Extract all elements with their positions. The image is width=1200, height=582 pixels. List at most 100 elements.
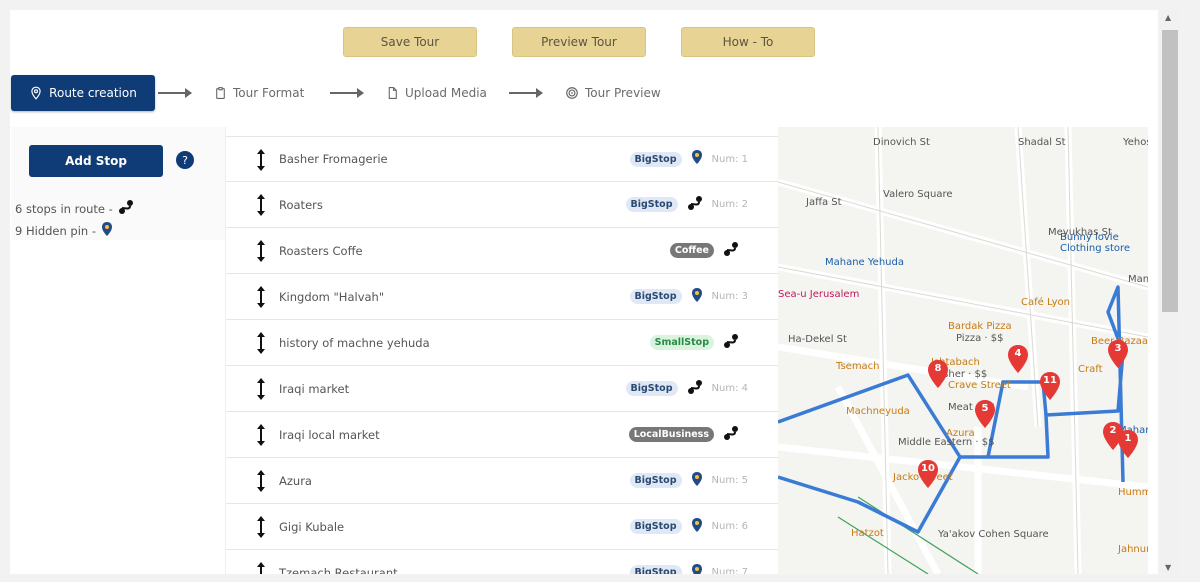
map-marker[interactable]: 4: [1007, 344, 1029, 378]
scroll-down-icon[interactable]: ▼: [1165, 563, 1171, 572]
stop-number: Num: 6: [711, 521, 748, 532]
step-upload-media[interactable]: Upload Media: [386, 75, 487, 111]
map-marker[interactable]: 5: [974, 399, 996, 433]
stop-type-badge: BigStop: [625, 381, 678, 396]
stop-meta: BigStop Num: 5: [629, 471, 748, 491]
step-label: Upload Media: [405, 86, 487, 100]
stop-type-badge: Coffee: [669, 243, 714, 258]
drag-handle-icon[interactable]: [256, 561, 266, 574]
map-label: Tsemach: [836, 361, 880, 372]
route-icon: [117, 199, 135, 218]
map-label: Machneyuda: [846, 406, 910, 417]
step-label: Tour Preview: [585, 86, 661, 100]
map-canvas: [778, 127, 1148, 574]
hidden-pin-icon: [690, 517, 704, 537]
save-tour-button[interactable]: Save Tour: [343, 27, 477, 57]
step-label: Tour Format: [233, 86, 305, 100]
map-label: Sea-u Jerusalem: [778, 289, 860, 300]
hidden-pins-text: 9 Hidden pin -: [15, 223, 97, 238]
stop-meta: BigStop Num: 1: [629, 149, 748, 169]
stop-name: Roasters Coffe: [279, 243, 363, 258]
stop-row[interactable]: Kingdom "Halvah" BigStop Num: 3: [226, 274, 778, 320]
map-label: Azura: [946, 428, 975, 439]
hidden-pins-count: 9 Hidden pin -: [15, 221, 114, 240]
map-label: Mahane Yehuda: [825, 257, 904, 268]
stop-name: Tzemach Restaurant: [279, 565, 398, 575]
marker-number: 11: [1043, 375, 1057, 386]
stop-number: Num: 4: [711, 383, 748, 394]
stop-type-badge: LocalBusiness: [628, 427, 714, 442]
step-route-creation[interactable]: Route creation: [11, 75, 155, 111]
route-icon: [686, 195, 704, 215]
map-label: Valero Square: [883, 189, 953, 200]
scroll-thumb[interactable]: [1162, 30, 1178, 312]
step-tour-format[interactable]: Tour Format: [214, 75, 304, 111]
drag-handle-icon[interactable]: [256, 423, 266, 451]
drag-handle-icon[interactable]: [256, 515, 266, 543]
stop-row[interactable]: Roaters BigStop Num: 2: [226, 182, 778, 228]
hidden-pin-icon: [690, 563, 704, 574]
document-icon: [386, 86, 399, 100]
stop-name: Gigi Kubale: [279, 519, 345, 534]
stop-meta: BigStop Num: 3: [629, 287, 748, 307]
hidden-pin-icon: [690, 287, 704, 307]
stop-row[interactable]: Iraqi local market LocalBusiness: [226, 412, 778, 458]
app-window: Save Tour Preview Tour How - To Route cr…: [10, 10, 1158, 574]
stop-meta: BigStop Num: 6: [629, 517, 748, 537]
stop-name: Azura: [279, 473, 312, 488]
marker-number: 10: [921, 463, 935, 474]
map-label: Ya'akov Cohen Square: [938, 529, 1049, 540]
map-marker[interactable]: 10: [917, 459, 939, 493]
scroll-up-icon[interactable]: ▲: [1165, 13, 1171, 22]
drag-handle-icon[interactable]: [256, 285, 266, 313]
target-icon: [565, 86, 579, 100]
stops-count-text: 6 stops in route -: [15, 201, 113, 216]
stop-name: Kingdom "Halvah": [279, 289, 385, 304]
map-label: Meyukhas St: [1048, 227, 1112, 238]
stop-type-badge: BigStop: [629, 151, 682, 167]
map-label: Crave Street: [948, 380, 1011, 391]
how-to-button[interactable]: How - To: [681, 27, 815, 57]
drag-handle-icon[interactable]: [256, 148, 266, 176]
map-label: Hatzot: [851, 528, 884, 539]
drag-handle-icon[interactable]: [256, 239, 266, 267]
stops-count: 6 stops in route -: [15, 199, 135, 218]
hidden-pin-icon: [690, 149, 704, 169]
drag-handle-icon[interactable]: [256, 377, 266, 405]
step-label: Route creation: [49, 86, 137, 100]
map-label: Pizza · $$: [956, 333, 1004, 344]
map-label: Jahnun Bar: [1118, 544, 1148, 555]
drag-handle-icon[interactable]: [256, 193, 266, 221]
drag-handle-icon[interactable]: [256, 331, 266, 359]
stop-type-badge: BigStop: [629, 565, 682, 574]
stop-type-badge: SmallStop: [649, 335, 714, 350]
drag-handle-icon[interactable]: [256, 469, 266, 497]
stop-row[interactable]: Roasters Coffe Coffee: [226, 228, 778, 274]
stop-number: Num: 2: [711, 199, 748, 210]
route-map[interactable]: Jaffa St Valero Square Mahane Yehuda Sea-u …: [778, 127, 1148, 574]
stop-row[interactable]: Tzemach Restaurant BigStop Num: 7: [226, 550, 778, 574]
map-label: Clothing store: [1060, 243, 1131, 254]
step-arrow: [330, 88, 364, 98]
map-label: Ha-Dekel St: [788, 334, 847, 345]
marker-number: 2: [1109, 425, 1117, 436]
stop-row[interactable]: Gigi Kubale BigStop Num: 6: [226, 504, 778, 550]
stop-row[interactable]: Azura BigStop Num: 5: [226, 458, 778, 504]
map-label: Shadal St: [1018, 137, 1066, 148]
map-marker[interactable]: 3: [1107, 339, 1129, 373]
help-icon[interactable]: ?: [176, 151, 194, 169]
map-marker[interactable]: 8: [927, 359, 949, 393]
marker-number: 8: [934, 363, 942, 374]
step-tour-preview[interactable]: Tour Preview: [565, 75, 661, 111]
preview-tour-button[interactable]: Preview Tour: [512, 27, 646, 57]
add-stop-button[interactable]: Add Stop: [29, 145, 163, 177]
map-label: Dinovich St: [873, 137, 930, 148]
stop-row[interactable]: Basher Fromagerie BigStop Num: 1: [226, 136, 778, 182]
page-scrollbar[interactable]: ▲ ▼: [1160, 10, 1180, 574]
map-label: Craft: [1078, 364, 1103, 375]
stop-number: Num: 1: [711, 153, 748, 165]
map-marker[interactable]: 11: [1039, 371, 1061, 405]
stop-row[interactable]: Iraqi market BigStop Num: 4: [226, 366, 778, 412]
stop-row[interactable]: history of machne yehuda SmallStop: [226, 320, 778, 366]
map-marker[interactable]: 2: [1102, 421, 1124, 455]
